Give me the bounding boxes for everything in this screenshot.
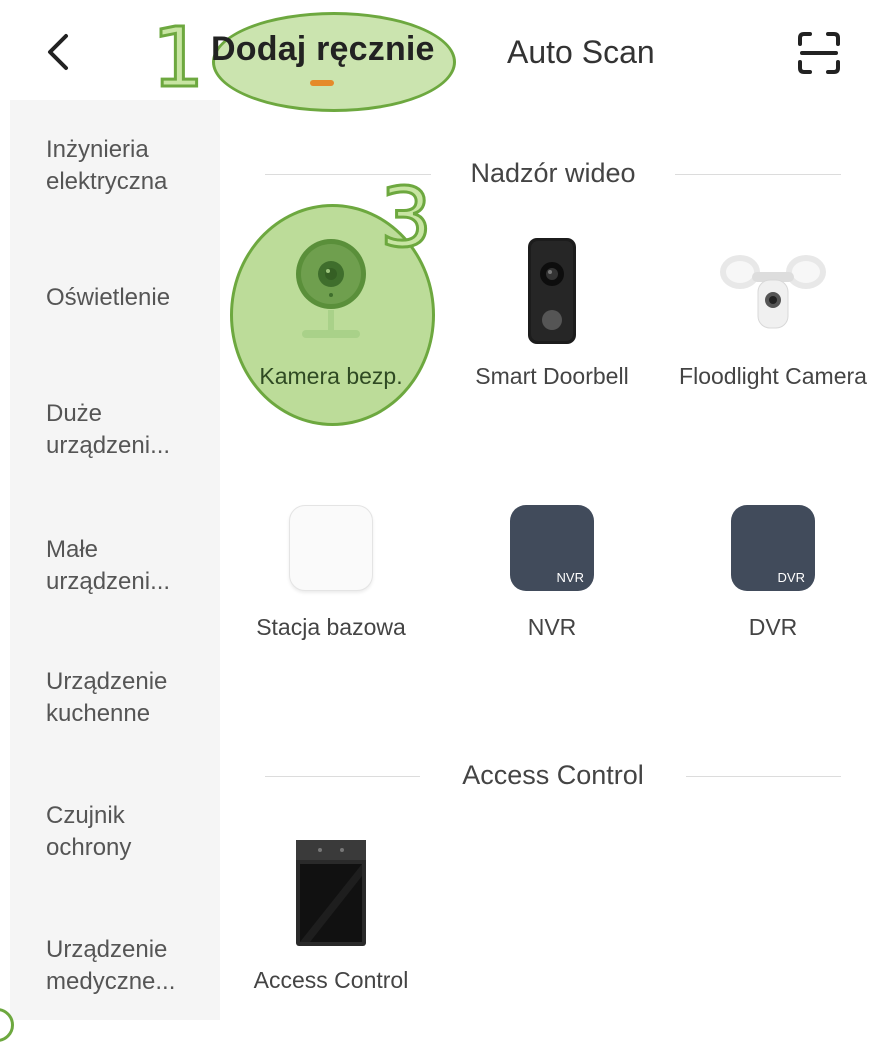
- section-divider: [675, 174, 841, 175]
- annotation-step-1: 1: [150, 11, 205, 106]
- sidebar-item-electrical[interactable]: Inżynieria elektryczna: [46, 134, 216, 198]
- tab-manual-add[interactable]: Dodaj ręcznie: [211, 30, 435, 69]
- sidebar-item-large-appliances[interactable]: Duże urządzeni...: [46, 398, 216, 462]
- device-label: Kamera bezp.: [259, 363, 403, 389]
- dvr-badge: DVR: [777, 570, 805, 585]
- base-station-icon: [289, 505, 373, 591]
- device-label: Smart Doorbell: [475, 363, 629, 389]
- sidebar-item-medical[interactable]: Urządzenie medyczne...: [46, 934, 216, 998]
- security-camera-icon: [296, 239, 366, 338]
- nvr-icon: NVR: [510, 505, 594, 591]
- sidebar-item-security-sensor[interactable]: Czujnik ochrony: [46, 800, 216, 864]
- sidebar-item-small-appliances[interactable]: Małe urządzeni...: [46, 534, 216, 598]
- nvr-badge: NVR: [556, 570, 584, 585]
- tab-auto-scan[interactable]: Auto Scan: [507, 34, 655, 71]
- annotation-step-3: 3: [378, 171, 433, 266]
- top-bar: Dodaj ręcznie Auto Scan 1: [0, 0, 876, 112]
- section-video-surveillance: Nadzór wideo: [265, 154, 841, 194]
- sidebar-item-lighting[interactable]: Oświetlenie: [46, 282, 216, 314]
- device-label: Access Control: [253, 967, 409, 993]
- back-arrow-icon[interactable]: [40, 30, 80, 74]
- sidebar-item-kitchen[interactable]: Urządzenie kuchenne: [46, 666, 216, 730]
- section-divider: [686, 776, 841, 777]
- category-sidebar: Inżynieria elektryczna Oświetlenie Duże …: [10, 100, 220, 1020]
- doorbell-icon: [528, 238, 576, 344]
- dvr-icon: DVR: [731, 505, 815, 591]
- device-label: DVR: [748, 614, 798, 640]
- active-tab-indicator: [310, 80, 334, 86]
- device-label: Floodlight Camera: [679, 363, 867, 389]
- scan-icon[interactable]: [796, 30, 842, 76]
- access-control-panel-icon: [296, 840, 366, 946]
- device-label: Stacja bazowa: [256, 614, 406, 640]
- device-label: NVR: [527, 614, 577, 640]
- floodlight-camera-icon: [720, 255, 826, 329]
- section-access-control: Access Control: [265, 756, 841, 796]
